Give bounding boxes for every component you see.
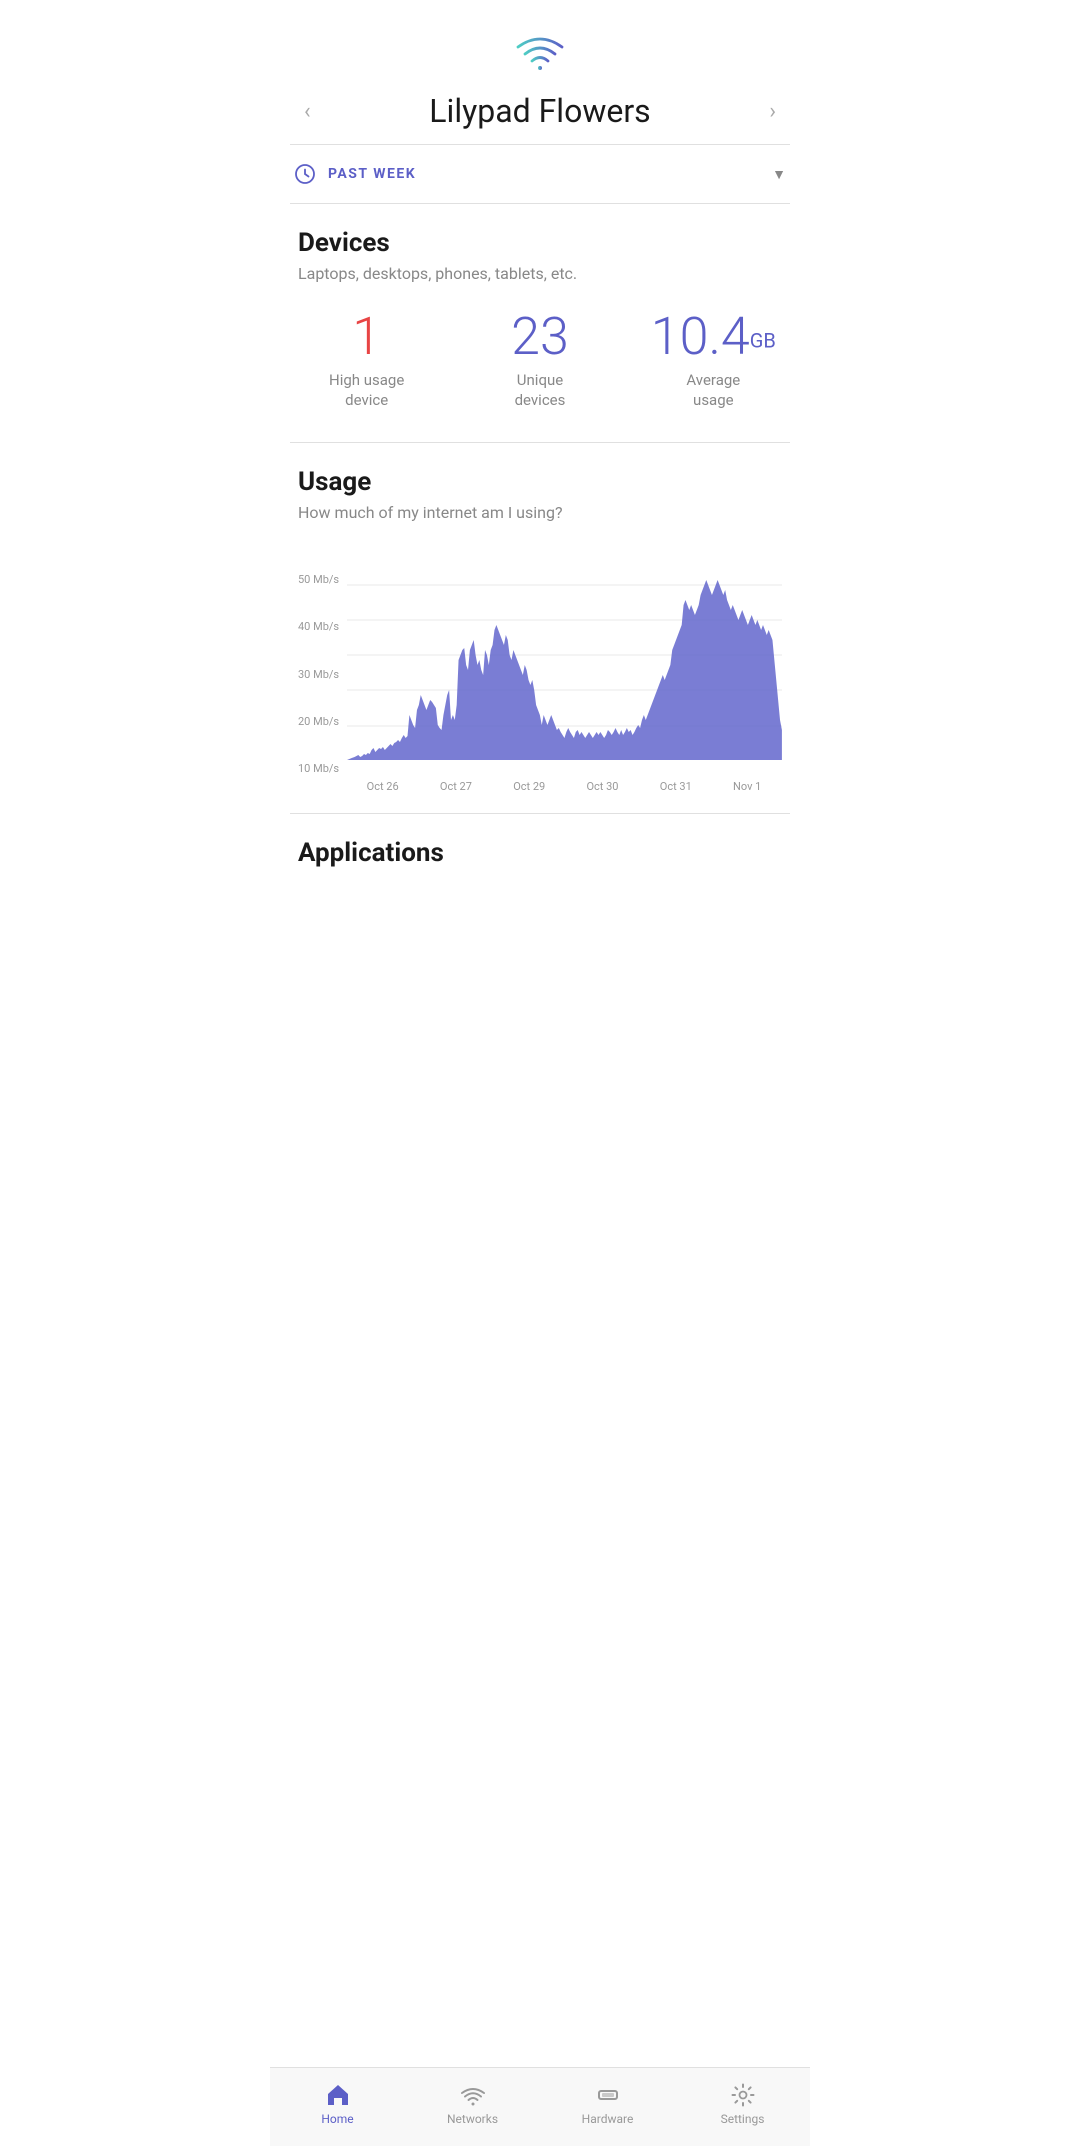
period-label: PAST WEEK — [328, 166, 772, 182]
usage-section: Usage How much of my internet am I using… — [270, 443, 810, 793]
usage-subtitle: How much of my internet am I using? — [298, 503, 782, 522]
applications-section: Applications — [270, 814, 810, 974]
high-usage-value: 1 — [280, 311, 453, 363]
prev-button[interactable]: ‹ — [294, 93, 321, 130]
home-icon — [325, 2082, 351, 2108]
page-title: Lilypad Flowers — [321, 92, 760, 130]
usage-title: Usage — [298, 467, 782, 497]
nav-settings[interactable]: Settings — [703, 2082, 783, 2126]
unique-devices-label: Uniquedevices — [453, 371, 626, 410]
header: ‹ Lilypad Flowers › — [270, 82, 810, 144]
average-usage-value: 10.4GB — [627, 311, 800, 363]
settings-icon — [730, 2082, 756, 2108]
x-label-oct29: Oct 29 — [513, 780, 545, 793]
x-label-oct26: Oct 26 — [367, 780, 399, 793]
devices-title: Devices — [298, 228, 782, 258]
applications-title: Applications — [298, 838, 782, 868]
chart-x-labels: Oct 26 Oct 27 Oct 29 Oct 30 Oct 31 Nov 1 — [346, 774, 782, 793]
y-label-50: 50 Mb/s — [298, 574, 339, 585]
x-label-oct27: Oct 27 — [440, 780, 472, 793]
nav-home-label: Home — [321, 2112, 353, 2126]
next-button[interactable]: › — [759, 93, 786, 130]
unique-devices-value: 23 — [453, 311, 626, 363]
usage-chart: 10 Mb/s 20 Mb/s 30 Mb/s 40 Mb/s 50 Mb/s — [298, 550, 782, 793]
chart-y-labels: 10 Mb/s 20 Mb/s 30 Mb/s 40 Mb/s 50 Mb/s — [298, 574, 339, 774]
stat-average-usage: 10.4GB Averageusage — [627, 311, 800, 410]
bottom-nav: Home Networks Hardware — [270, 2067, 810, 2146]
high-usage-label: High usagedevice — [280, 371, 453, 410]
nav-networks-label: Networks — [447, 2112, 498, 2126]
x-label-oct31: Oct 31 — [660, 780, 692, 793]
nav-home[interactable]: Home — [298, 2082, 378, 2126]
stat-unique-devices: 23 Uniquedevices — [453, 311, 626, 410]
devices-subtitle: Laptops, desktops, phones, tablets, etc. — [298, 264, 782, 283]
period-selector[interactable]: PAST WEEK ▼ — [270, 145, 810, 203]
stat-high-usage: 1 High usagedevice — [280, 311, 453, 410]
chart-graph — [347, 550, 782, 770]
hardware-icon — [595, 2082, 621, 2108]
clock-icon — [294, 163, 316, 185]
y-label-20: 20 Mb/s — [298, 716, 339, 727]
chart-area: 10 Mb/s 20 Mb/s 30 Mb/s 40 Mb/s 50 Mb/s — [298, 550, 782, 774]
x-label-oct30: Oct 30 — [586, 780, 618, 793]
x-label-nov1: Nov 1 — [733, 780, 761, 793]
y-label-30: 30 Mb/s — [298, 669, 339, 680]
wifi-icon — [512, 30, 568, 72]
networks-icon — [460, 2082, 486, 2108]
devices-section: Devices Laptops, desktops, phones, table… — [270, 204, 810, 283]
y-label-40: 40 Mb/s — [298, 621, 339, 632]
nav-settings-label: Settings — [721, 2112, 765, 2126]
nav-hardware-label: Hardware — [582, 2112, 634, 2126]
y-label-10: 10 Mb/s — [298, 763, 339, 774]
top-wifi-area — [270, 0, 810, 82]
stats-row: 1 High usagedevice 23 Uniquedevices 10.4… — [270, 311, 810, 442]
chart-svg-wrapper — [347, 550, 782, 774]
dropdown-arrow-icon: ▼ — [772, 166, 786, 183]
nav-networks[interactable]: Networks — [433, 2082, 513, 2126]
average-usage-label: Averageusage — [627, 371, 800, 410]
nav-hardware[interactable]: Hardware — [568, 2082, 648, 2126]
